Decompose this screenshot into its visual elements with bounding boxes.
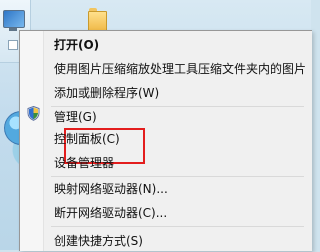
shield-icon (27, 106, 40, 121)
menu-item-open[interactable]: 打开(O) (44, 34, 312, 56)
menu-item-map-network-drive[interactable]: 映射网络驱动器(N)... (44, 178, 312, 200)
menu-item-manage[interactable]: 管理(G) (44, 106, 312, 128)
monitor-stand (9, 28, 17, 31)
menu-item-create-shortcut[interactable]: 创建快捷方式(S) (44, 230, 312, 252)
desktop-background: 打开(O) 使用图片压缩缩放处理工具压缩文件夹内的图片 添加或删除程序(W) 管… (0, 0, 312, 251)
menu-item-control-panel[interactable]: 控制面板(C) (44, 128, 312, 150)
folder-icon[interactable] (88, 7, 107, 33)
menu-item-compress-images[interactable]: 使用图片压缩缩放处理工具压缩文件夹内的图片 (44, 58, 312, 80)
menu-gutter (20, 31, 44, 251)
menu-item-device-manager[interactable]: 设备管理器 (44, 152, 312, 174)
context-menu: 打开(O) 使用图片压缩缩放处理工具压缩文件夹内的图片 添加或删除程序(W) 管… (19, 30, 312, 251)
menu-separator (51, 176, 304, 177)
small-window-icon (8, 40, 18, 50)
menu-separator (51, 226, 304, 227)
monitor-screen (3, 10, 25, 28)
menu-item-add-remove-programs[interactable]: 添加或删除程序(W) (44, 82, 312, 104)
menu-item-disconnect-network-drive[interactable]: 断开网络驱动器(C)... (44, 202, 312, 224)
